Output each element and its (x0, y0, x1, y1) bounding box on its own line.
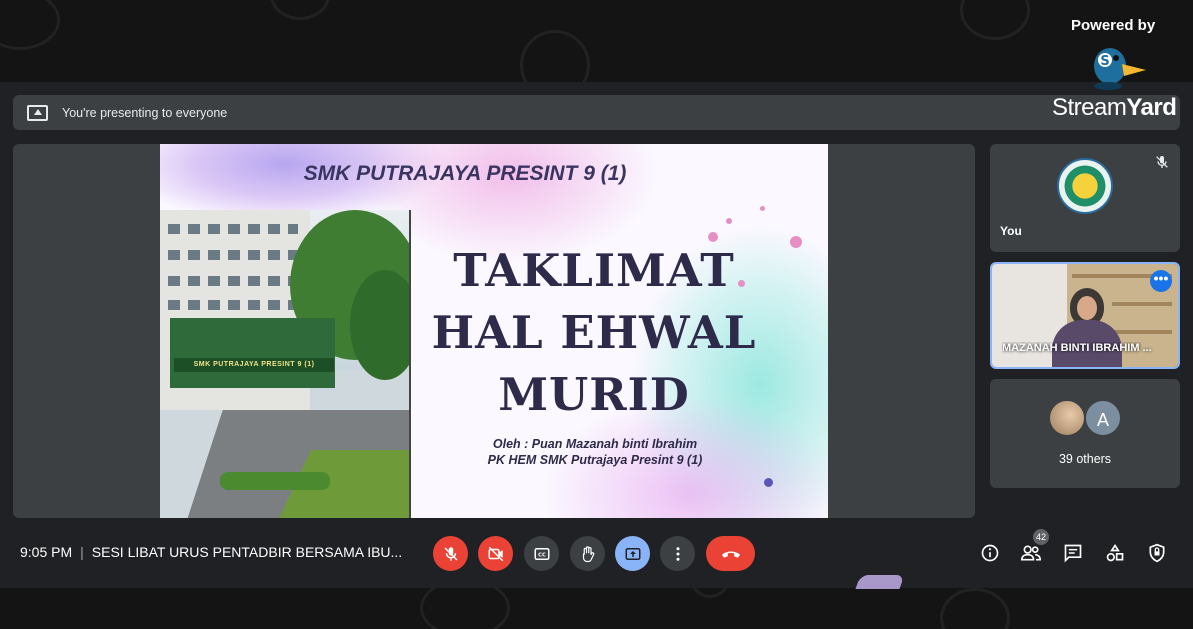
camera-button[interactable] (478, 536, 513, 571)
wordmark-part: Yard (1126, 94, 1177, 121)
more-options-icon[interactable]: ••• (1150, 270, 1172, 292)
meeting-title: SESI LIBAT URUS PENTADBIR BERSAMA IBU... (91, 544, 403, 560)
participant-name: MAZANAH BINTI IBRAHIM ... (1002, 342, 1152, 354)
raise-hand-icon (582, 545, 594, 562)
slide-dot (764, 478, 773, 487)
captions-icon: CC (534, 547, 549, 560)
video-shelf (1112, 330, 1172, 334)
streamyard-wordmark: StreamYard (1052, 94, 1177, 122)
info-icon (981, 544, 999, 562)
svg-text:S: S (1100, 54, 1109, 69)
separator: | (80, 544, 84, 560)
meeting-time: 9:05 PM (20, 544, 73, 560)
participant-count-badge: 42 (1033, 529, 1049, 545)
slide-title: TAKLIMAT HAL EHWAL MURID (424, 240, 764, 426)
slide-title-line: MURID (498, 368, 690, 421)
meeting-details-button[interactable] (977, 540, 1003, 566)
slide-header: SMK PUTRAJAYA PRESINT 9 (1) (303, 162, 627, 185)
more-options-button[interactable] (660, 536, 695, 571)
people-icon (1020, 545, 1042, 561)
participant-name: You (1000, 224, 1022, 238)
bottom-background-band (0, 588, 1193, 629)
microphone-button[interactable] (433, 536, 468, 571)
photo-school-sign: SMK PUTRAJAYA PRESINT 9 (1) (174, 358, 334, 372)
cursor-decoration (855, 575, 905, 589)
presentation-tile[interactable]: SMK PUTRAJAYA PRESINT 9 (1) SMK PUTRAJAY… (13, 144, 975, 518)
school-logo-avatar (1057, 158, 1113, 214)
captions-button[interactable]: CC (524, 536, 559, 571)
top-background-band (0, 0, 1193, 82)
photo-windows (168, 224, 298, 234)
activities-button[interactable] (1102, 540, 1128, 566)
mic-off-icon (1156, 156, 1168, 168)
present-now-icon (625, 547, 640, 560)
camera-off-icon (488, 546, 503, 561)
activities-icon (1106, 543, 1124, 562)
background-doodle (520, 30, 590, 82)
slide-presenter: Oleh : Puan Mazanah binti Ibrahim (492, 437, 698, 451)
slide-dot (790, 236, 802, 248)
host-controls-button[interactable] (1144, 540, 1170, 566)
presenting-text: You're presenting to everyone (62, 105, 228, 120)
leave-call-button[interactable] (706, 536, 755, 571)
avatar (1048, 399, 1086, 437)
raise-hand-button[interactable] (570, 536, 605, 571)
svg-text:CC: CC (538, 552, 546, 558)
photo-windows (168, 250, 298, 260)
video-shelf (1112, 302, 1172, 306)
chat-button[interactable] (1060, 540, 1086, 566)
slide-title-line: HAL EHWAL (431, 306, 757, 359)
slide-title-line: TAKLIMAT (453, 244, 735, 297)
background-doodle (960, 0, 1030, 40)
background-doodle (690, 588, 730, 598)
photo-windows (168, 300, 298, 310)
background-doodle (0, 0, 60, 50)
background-doodle (270, 0, 330, 20)
photo-gate (170, 318, 335, 388)
slide-dot (760, 206, 765, 211)
present-now-button[interactable] (615, 536, 650, 571)
more-options-icon (676, 546, 679, 561)
participant-tile-others[interactable]: A 39 others (990, 379, 1180, 488)
speaker-face (1077, 296, 1097, 320)
powered-by-label: Powered by (1071, 17, 1156, 34)
photo-tree (350, 270, 409, 380)
presentation-slide: SMK PUTRAJAYA PRESINT 9 (1) SMK PUTRAJAY… (160, 144, 828, 518)
participant-tile-you[interactable]: You (990, 144, 1180, 252)
mic-off-icon (443, 546, 458, 561)
background-doodle (420, 588, 510, 629)
background-doodle (940, 588, 1010, 629)
chat-icon (1064, 544, 1082, 563)
others-count: 39 others (1058, 452, 1112, 466)
present-screen-icon (27, 104, 48, 121)
participant-tile-speaker[interactable]: ••• MAZANAH BINTI IBRAHIM ... (990, 262, 1180, 369)
photo-windows (168, 276, 298, 286)
wordmark-part: Stream (1052, 94, 1127, 121)
slide-subtitle: Oleh : Puan Mazanah binti Ibrahim PK HEM… (430, 436, 760, 468)
host-controls-icon (1149, 543, 1165, 563)
photo-hedge (220, 472, 330, 490)
avatar: A (1084, 399, 1122, 437)
presenting-banner: You're presenting to everyone (13, 95, 1180, 130)
school-photo: SMK PUTRAJAYA PRESINT 9 (1) (160, 210, 411, 518)
streamyard-duck-logo: S (1094, 48, 1146, 90)
slide-presenter-role: PK HEM SMK Putrajaya Presint 9 (1) (487, 453, 703, 467)
slide-dot (726, 218, 732, 224)
end-call-icon (721, 550, 740, 558)
meeting-info: 9:05 PM | SESI LIBAT URUS PENTADBIR BERSAM… (20, 544, 402, 560)
